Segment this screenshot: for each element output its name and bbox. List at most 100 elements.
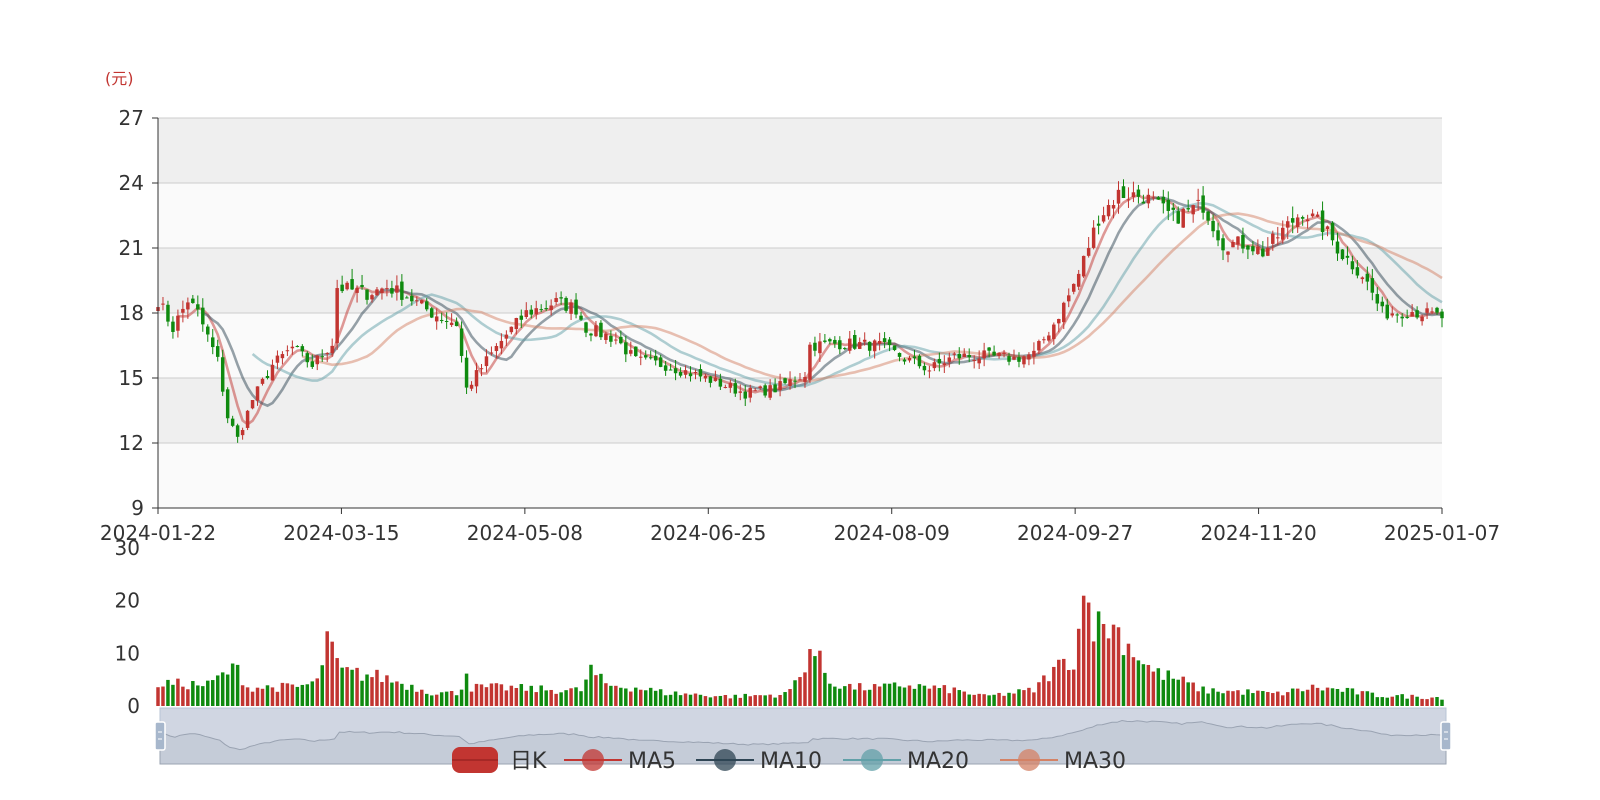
candle-body xyxy=(843,348,847,350)
candle-body xyxy=(1435,307,1439,313)
volume-bar xyxy=(882,683,887,706)
volume-bar xyxy=(987,695,991,706)
zoom-right-handle-icon[interactable] xyxy=(1440,721,1452,751)
price-tick-label: 12 xyxy=(119,431,144,455)
volume-bar xyxy=(698,694,703,706)
candle-body xyxy=(504,334,509,339)
volume-bar xyxy=(176,678,180,706)
candle-body xyxy=(211,337,215,348)
volume-bar xyxy=(1156,668,1161,706)
volume-bar xyxy=(1440,699,1444,706)
candle-body xyxy=(1226,251,1230,255)
zoom-left-handle-icon[interactable] xyxy=(154,721,166,751)
volume-bar xyxy=(191,681,195,706)
volume-bar xyxy=(1057,659,1061,706)
volume-bar xyxy=(594,675,598,706)
volume-bar xyxy=(464,673,469,706)
candle-body xyxy=(1360,277,1365,280)
candle-body xyxy=(270,364,275,381)
volume-bar xyxy=(1166,670,1171,706)
candle-body xyxy=(514,317,519,330)
candle-body xyxy=(867,341,872,351)
volume-tick-label: 10 xyxy=(115,641,140,665)
volume-bar xyxy=(181,686,185,706)
candle-body xyxy=(444,321,449,323)
volume-bar xyxy=(599,673,603,706)
candle-body xyxy=(1071,283,1076,292)
volume-bar xyxy=(230,663,235,706)
candle-body xyxy=(1086,248,1091,256)
volume-bar xyxy=(808,649,812,706)
volume-bar xyxy=(330,641,334,706)
volume-bar xyxy=(295,686,300,706)
price-tick-label: 24 xyxy=(119,171,144,195)
candle-body xyxy=(753,390,757,392)
candle-body xyxy=(1365,273,1370,282)
volume-bar xyxy=(1395,695,1399,706)
volume-bar xyxy=(569,688,573,706)
volume-bar xyxy=(907,685,912,706)
volume-bar xyxy=(738,697,743,706)
volume-bar xyxy=(783,692,787,706)
candle-body xyxy=(1171,207,1175,210)
volume-bar xyxy=(320,665,324,706)
candle-body xyxy=(176,315,180,331)
volume-bar xyxy=(1360,691,1365,706)
candle-body xyxy=(823,340,827,342)
candle-body xyxy=(524,310,529,318)
volume-bar xyxy=(1251,693,1255,706)
candle-body xyxy=(479,368,484,370)
candlestick xyxy=(1081,255,1086,279)
candle-body xyxy=(1022,356,1026,365)
candle-body xyxy=(1335,241,1340,254)
volume-bar xyxy=(629,691,633,706)
volume-bar xyxy=(554,693,558,706)
volume-bar xyxy=(1375,697,1380,706)
volume-bar xyxy=(1076,628,1081,706)
volume-bar xyxy=(818,650,822,706)
volume-bar xyxy=(1071,669,1076,706)
volume-bar xyxy=(1410,694,1414,706)
candle-body xyxy=(1156,197,1161,200)
candle-body xyxy=(390,288,394,294)
line-marker-dot xyxy=(861,749,883,771)
candle-body xyxy=(648,357,653,359)
candle-body xyxy=(1017,357,1021,362)
candle-body xyxy=(634,346,638,357)
candle-body xyxy=(434,316,439,322)
volume-bar xyxy=(1300,691,1305,706)
volume-bar xyxy=(439,692,444,706)
candle-body xyxy=(882,338,887,342)
volume-bar xyxy=(1062,658,1066,706)
volume-bar xyxy=(156,687,160,706)
volume-bar xyxy=(932,685,937,706)
drag-handle-icon[interactable] xyxy=(1440,721,1452,751)
volume-bar xyxy=(1370,692,1375,706)
volume-bar xyxy=(1380,697,1385,706)
candle-body xyxy=(589,333,593,336)
volume-bar xyxy=(728,698,733,706)
volume-bar xyxy=(564,690,568,706)
price-tick-label: 27 xyxy=(119,106,144,130)
candle-body xyxy=(320,356,324,358)
candle-body xyxy=(1395,314,1399,316)
grid-band xyxy=(158,443,1442,508)
volume-bar xyxy=(390,682,394,706)
candle-body xyxy=(1052,324,1056,340)
candle-body xyxy=(1101,215,1106,222)
volume-bar xyxy=(1350,688,1355,706)
volume-bar xyxy=(429,695,434,706)
volume-bar xyxy=(1171,678,1175,706)
volume-bar xyxy=(1146,664,1151,706)
candlestick xyxy=(1181,207,1185,228)
volume-bar xyxy=(1415,696,1419,706)
volume-bar xyxy=(887,683,892,706)
volume-bar xyxy=(1101,623,1106,706)
volume-bar xyxy=(534,692,538,706)
volume-bar xyxy=(285,683,290,706)
drag-handle-icon[interactable] xyxy=(154,721,166,751)
volume-bar xyxy=(1037,682,1041,706)
candle-body xyxy=(1261,248,1265,257)
volume-bar xyxy=(982,694,986,706)
volume-bar xyxy=(196,685,200,706)
